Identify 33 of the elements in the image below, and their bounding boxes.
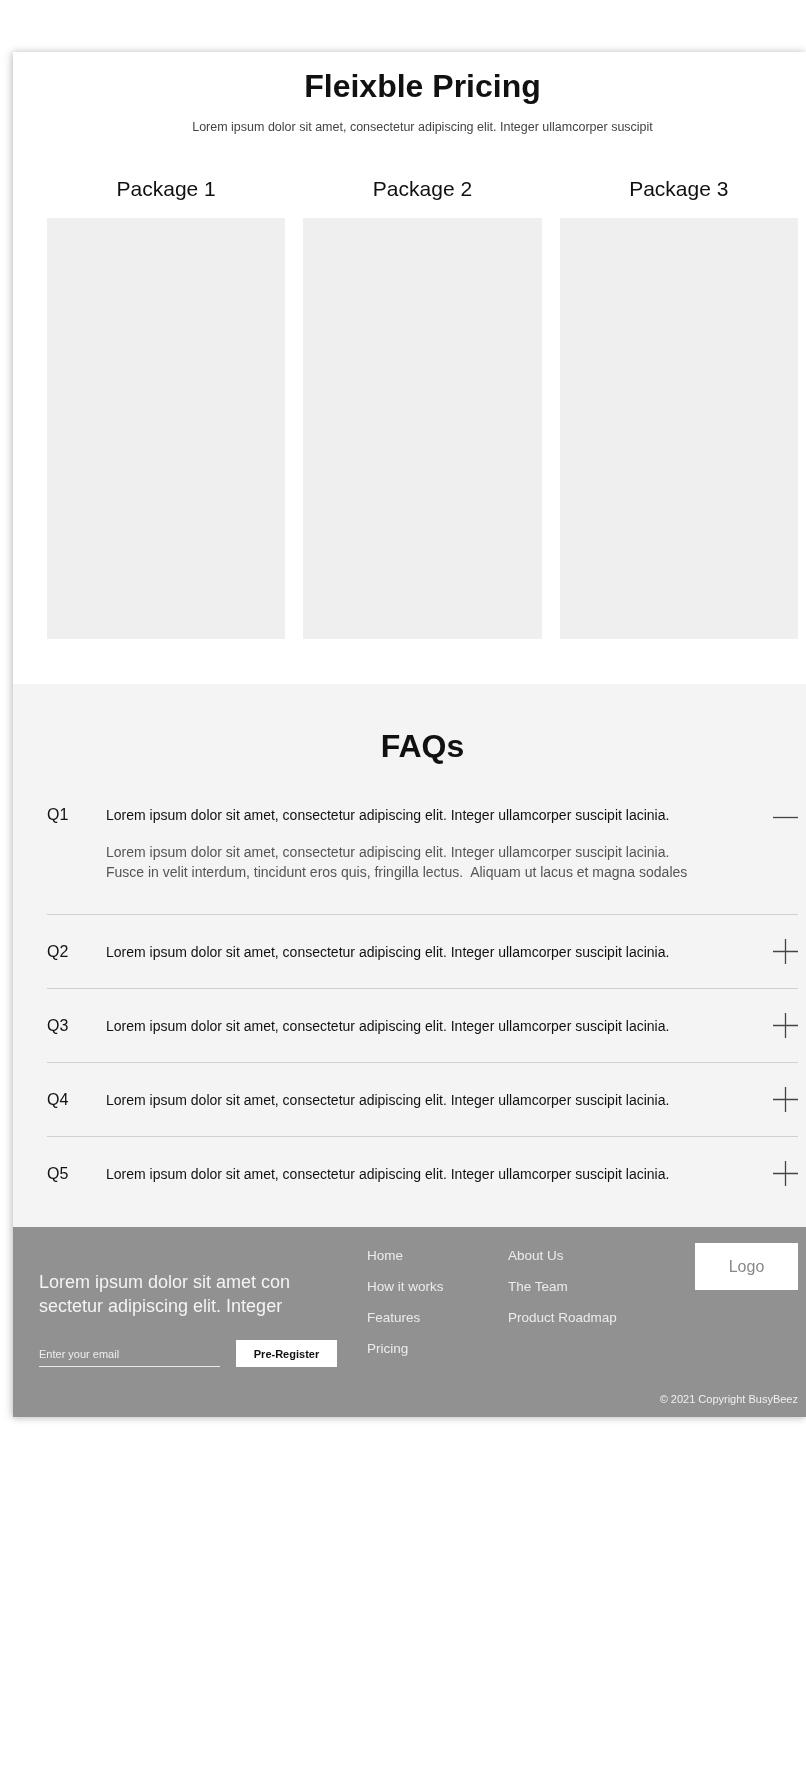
copyright-text: © 2021 Copyright BusyBeez: [658, 1393, 798, 1405]
question-number: Q5: [47, 1163, 70, 1184]
package-title: Package 3: [628, 176, 730, 202]
question-text: Lorem ipsum dolor sit amet, consectetur adipiscing elit. Integer ullamcorper suscipit lacinia.: [106, 1090, 671, 1110]
footer-link[interactable]: About Us: [508, 1246, 649, 1266]
footer-link[interactable]: How it works: [367, 1277, 508, 1297]
plus-icon[interactable]: [773, 1013, 798, 1038]
footer-link[interactable]: Home: [367, 1246, 508, 1266]
subtitle: Lorem ipsum dolor sit amet, consectetur adipiscing elit. Integer ullamcorper suscipit: [191, 119, 654, 136]
question-number: Q1: [47, 805, 70, 825]
question-text: Lorem ipsum dolor sit amet, consectetur adipiscing elit. Integer ullamcorper suscipit lacinia.: [106, 1016, 671, 1036]
answer-text: Lorem ipsum dolor sit amet, consectetur adipiscing elit. Integer ullamcorper suscipit lacinia. Fusce in velit interdum, tincidunt eros quis, fringilla lectus. Aliquam ut lacus et magna sodales: [106, 843, 689, 882]
plus-icon[interactable]: [773, 939, 798, 964]
page-title: Fleixble Pricing: [303, 67, 542, 106]
question-number: Q4: [47, 1089, 70, 1110]
pre-register-button[interactable]: Pre-Register: [236, 1340, 337, 1367]
footer-link[interactable]: Product Roadmap: [508, 1308, 649, 1328]
question-number: Q3: [47, 1015, 70, 1036]
section-title: FAQs: [379, 727, 466, 766]
footer-tagline: Lorem ipsum dolor sit amet con sectetur adipiscing elit. Integer: [39, 1271, 292, 1318]
question-number: Q2: [47, 941, 70, 962]
logo[interactable]: Logo: [695, 1243, 798, 1290]
footer-link[interactable]: The Team: [508, 1277, 649, 1297]
question-text: Lorem ipsum dolor sit amet, consectetur adipiscing elit. Integer ullamcorper suscipit lacinia.: [106, 942, 671, 962]
email-field[interactable]: Enter your email: [39, 1344, 220, 1367]
question-text: Lorem ipsum dolor sit amet, consectetur adipiscing elit. Integer ullamcorper suscipit lacinia.: [106, 806, 671, 825]
footer-link[interactable]: Pricing: [367, 1339, 508, 1359]
plus-icon[interactable]: [773, 1161, 798, 1186]
package-title: Package 2: [371, 176, 474, 202]
package-title: Package 1: [115, 176, 217, 202]
footer-link[interactable]: Features: [367, 1308, 508, 1328]
question-text: Lorem ipsum dolor sit amet, consectetur adipiscing elit. Integer ullamcorper suscipit lacinia.: [106, 1164, 671, 1184]
plus-icon[interactable]: [773, 1087, 798, 1112]
